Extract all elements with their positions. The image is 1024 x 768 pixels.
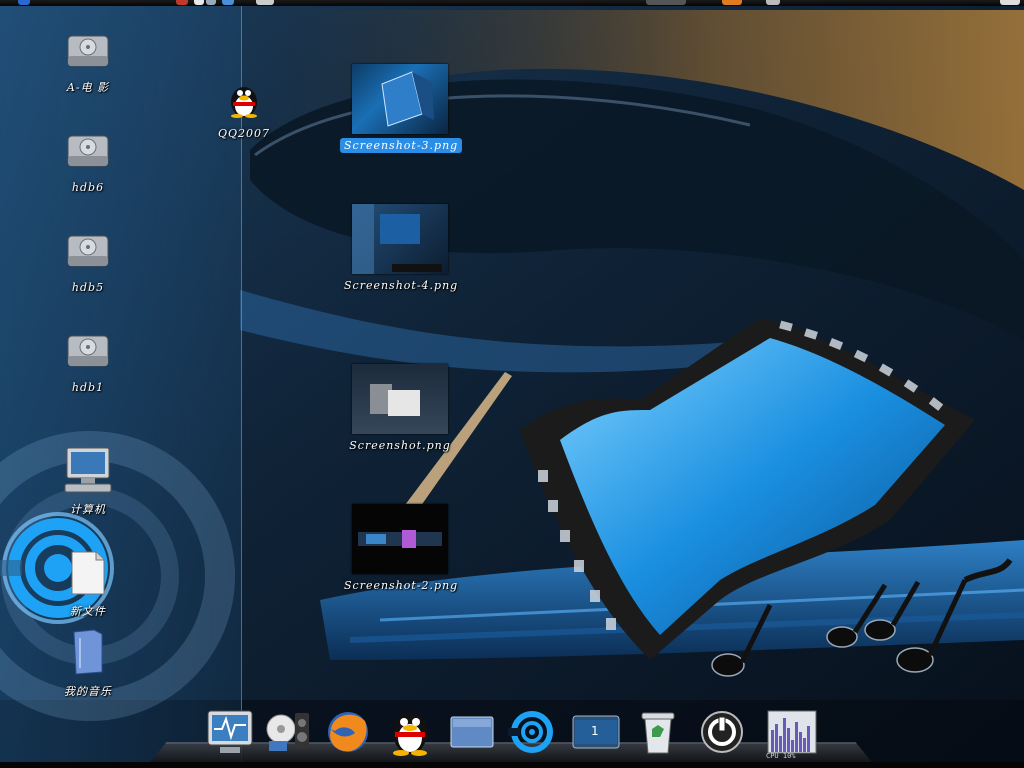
cpu-label: CPU 10% xyxy=(766,752,796,760)
desktop-icon[interactable]: hdb5 xyxy=(28,232,148,295)
file-label: Screenshot-3.png xyxy=(340,138,463,153)
trash-icon xyxy=(641,712,675,754)
music-folder-icon xyxy=(28,628,148,680)
dock-item-show-desktop[interactable] xyxy=(446,706,498,758)
desktop-icon[interactable]: QQ2007 xyxy=(184,82,304,141)
window-button[interactable] xyxy=(646,0,686,5)
desktop-icon[interactable]: 我的音乐 xyxy=(28,628,148,700)
dock-item-menu[interactable] xyxy=(506,706,558,758)
desktop-icon[interactable]: 计算机 xyxy=(28,446,148,518)
tray-icon[interactable] xyxy=(766,0,780,5)
computer-icon xyxy=(28,446,148,498)
hard-drive-icon xyxy=(28,132,148,176)
bottom-bar xyxy=(0,762,1024,768)
app-launcher-icon[interactable] xyxy=(206,0,216,5)
media-player-icon xyxy=(266,713,309,751)
dock-item-trash[interactable] xyxy=(632,706,684,758)
dock-item-qq[interactable] xyxy=(384,706,436,758)
clock[interactable] xyxy=(1000,0,1020,5)
desktop-file[interactable]: Screenshot-3.png xyxy=(340,64,463,153)
desktop-icon-label: 计算机 xyxy=(70,503,106,516)
firefox-icon xyxy=(328,712,368,752)
image-thumbnail xyxy=(352,504,448,574)
app-launcher-icon[interactable] xyxy=(194,0,204,5)
desktop-icon-label: hdb6 xyxy=(71,181,105,194)
show-desktop-icon xyxy=(450,716,494,748)
menu-ring-icon xyxy=(508,711,553,753)
file-label: Screenshot.png xyxy=(349,439,451,452)
notification-icon[interactable] xyxy=(176,0,188,5)
menu-icon[interactable] xyxy=(18,0,30,5)
hard-drive-icon xyxy=(28,232,148,276)
desktop-icon-label: hdb5 xyxy=(71,281,105,294)
desktop-icon[interactable]: 新文件 xyxy=(28,550,148,620)
new-file-icon xyxy=(28,550,148,600)
desktop-icon-label: A-电 影 xyxy=(66,81,110,94)
app-launcher-icon[interactable] xyxy=(222,0,234,5)
desktop-icon-label: QQ2007 xyxy=(217,127,271,140)
desktop-icon-label: 新文件 xyxy=(70,605,106,618)
qq-penguin-icon xyxy=(184,82,304,122)
dock-item-workspace[interactable]: 1 xyxy=(570,706,622,758)
file-label: Screenshot-4.png xyxy=(344,279,459,292)
qq-penguin-icon xyxy=(393,712,427,756)
dock-item-cpu-monitor[interactable]: CPU 10% xyxy=(766,706,818,760)
hard-drive-icon xyxy=(28,332,148,376)
image-thumbnail xyxy=(352,364,448,434)
tray-icon[interactable] xyxy=(722,0,742,5)
hard-drive-icon xyxy=(28,32,148,76)
workspace-number: 1 xyxy=(591,724,599,738)
image-thumbnail xyxy=(352,64,448,134)
desktop-file[interactable]: Screenshot-4.png xyxy=(340,204,460,293)
desktop-icon-label: 我的音乐 xyxy=(64,685,112,698)
image-thumbnail xyxy=(352,204,448,274)
file-label: Screenshot-2.png xyxy=(344,579,459,592)
power-icon xyxy=(701,711,743,753)
cpu-graph-icon xyxy=(767,710,817,754)
dock-item-firefox[interactable] xyxy=(322,706,374,758)
desktop-icon[interactable]: A-电 影 xyxy=(28,32,148,96)
desktop-file[interactable]: Screenshot-2.png xyxy=(340,504,460,593)
dock-item-system-monitor[interactable] xyxy=(204,706,256,758)
window-button[interactable] xyxy=(256,0,274,5)
desktop-icon-label: hdb1 xyxy=(71,381,105,394)
desktop-file[interactable]: Screenshot.png xyxy=(340,364,460,453)
system-monitor-icon xyxy=(207,710,253,753)
desktop-icon[interactable]: hdb6 xyxy=(28,132,148,195)
dock-item-power[interactable] xyxy=(696,706,748,758)
desktop-icon[interactable]: hdb1 xyxy=(28,332,148,395)
dock-item-media-player[interactable] xyxy=(262,706,314,758)
